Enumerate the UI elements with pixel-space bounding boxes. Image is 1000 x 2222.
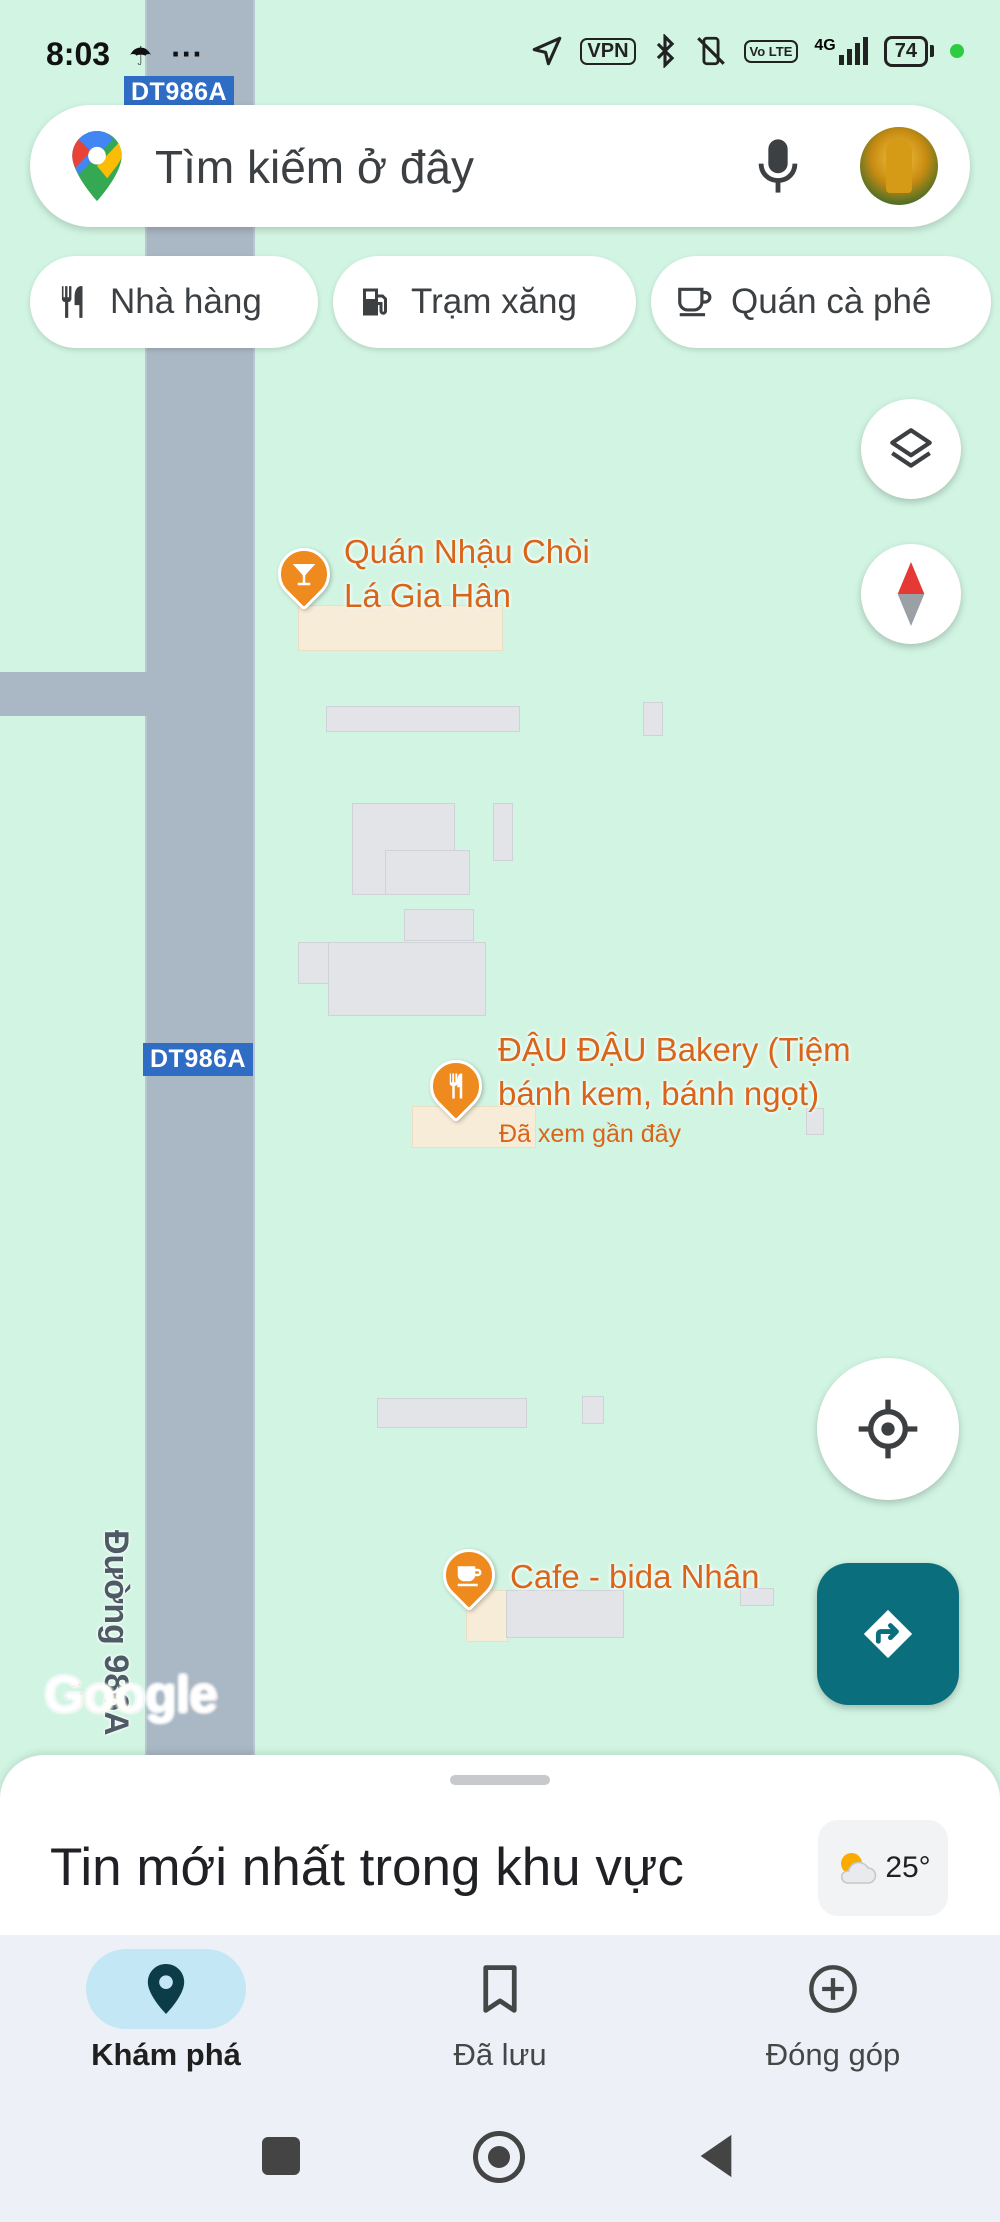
bottom-navigation: Khám phá Đã lưu Đóng góp (0, 1935, 1000, 2085)
poi-label[interactable]: ĐẬU ĐẬU Bakery (Tiệm bánh kem, bánh ngọt… (498, 1028, 851, 1116)
chip-gas-stations[interactable]: Trạm xăng (333, 256, 636, 348)
cocktail-icon[interactable] (267, 537, 341, 611)
nav-label: Đã lưu (453, 2037, 547, 2072)
status-bar: 8:03 ☂ ··· VPN Vo LTE 4G 74 (0, 0, 1000, 80)
nav-active-indicator (86, 1949, 246, 2029)
poi-label[interactable]: Cafe - bida Nhân (510, 1555, 759, 1599)
poi-name-line1: Cafe - bida Nhân (510, 1558, 760, 1595)
layers-icon (890, 428, 932, 468)
privacy-indicator (950, 44, 964, 58)
more-notifications: ··· (171, 36, 204, 72)
building (298, 942, 330, 984)
building (385, 850, 470, 895)
poi-name-line1: ĐẬU ĐẬU Bakery (Tiệm (498, 1031, 851, 1068)
network-type: 4G (814, 37, 836, 54)
poi-name-line2: bánh kem, bánh ngọt) (498, 1075, 820, 1112)
location-arrow-icon (533, 36, 562, 66)
nav-icon-holder (420, 1949, 580, 2029)
vibrate-off-icon (696, 36, 725, 66)
building (404, 909, 474, 941)
chip-cafes[interactable]: Quán cà phê (651, 256, 991, 348)
signal-icon: 4G (814, 37, 868, 65)
building (326, 706, 520, 732)
weather-temperature: 25° (885, 1851, 931, 1884)
nav-icon-holder (753, 1949, 913, 2029)
maps-pin-logo (72, 131, 122, 201)
poi-recently-viewed: Đã xem gần đây (499, 1120, 682, 1148)
google-logo-text: Google (44, 1666, 218, 1724)
gas-station-icon (363, 288, 387, 316)
google-logo: Google (44, 1665, 218, 1725)
poi-label[interactable]: Quán Nhậu Chòi Lá Gia Hân (344, 530, 590, 618)
nav-contribute[interactable]: Đóng góp (683, 1949, 983, 2073)
nav-label: Đóng góp (765, 2037, 901, 2072)
chip-label: Nhà hàng (110, 282, 262, 321)
clock: 8:03 (46, 36, 111, 72)
chip-label: Trạm xăng (411, 282, 577, 321)
crosshair-icon (858, 1399, 918, 1459)
search-bar[interactable]: Tìm kiếm ở đây (30, 105, 970, 227)
bluetooth-icon (656, 34, 674, 68)
bottom-sheet[interactable]: Tin mới nhất trong khu vực 25° (0, 1755, 1000, 1935)
avatar[interactable] (860, 127, 938, 205)
compass-icon (897, 562, 925, 626)
sheet-drag-handle[interactable] (450, 1775, 550, 1785)
mic-icon[interactable] (758, 137, 798, 195)
system-navigation-bar (0, 2085, 1000, 2222)
nav-explore[interactable]: Khám phá (16, 1949, 316, 2073)
building (643, 702, 663, 736)
notification-icon: ☂ (128, 41, 153, 71)
side-road[interactable] (0, 672, 150, 716)
status-icons: VPN Vo LTE 4G 74 (530, 34, 964, 68)
battery-icon: 74 (883, 35, 934, 67)
add-circle-icon (809, 1965, 857, 2013)
my-location-button[interactable] (817, 1358, 959, 1500)
coffee-icon (678, 287, 712, 317)
search-input[interactable]: Tìm kiếm ở đây (155, 140, 474, 194)
location-pin-icon (147, 1964, 185, 2014)
nav-label: Khám phá (91, 2037, 241, 2072)
back-icon[interactable] (696, 2133, 736, 2179)
restaurant-icon (61, 286, 83, 318)
directions-button[interactable] (817, 1563, 959, 1705)
chip-restaurants[interactable]: Nhà hàng (30, 256, 318, 348)
road-shield: DT986A (143, 1043, 254, 1076)
partly-cloudy-icon (841, 1853, 877, 1884)
layers-button[interactable] (861, 399, 961, 499)
vpn-badge: VPN (580, 37, 636, 65)
volte-badge: Vo LTE (743, 39, 799, 63)
building (377, 1398, 527, 1428)
poi-name-line2: Lá Gia Hân (344, 577, 511, 614)
home-icon[interactable] (473, 2131, 525, 2183)
battery-level: 74 (883, 35, 928, 67)
compass-button[interactable] (861, 544, 961, 644)
recents-icon[interactable] (262, 2137, 300, 2175)
directions-icon (863, 1609, 913, 1659)
weather-chip[interactable]: 25° (818, 1820, 948, 1916)
status-time: 8:03 ☂ ··· (46, 36, 203, 73)
nav-saved[interactable]: Đã lưu (350, 1949, 650, 2073)
building (582, 1396, 604, 1424)
sheet-title: Tin mới nhất trong khu vực (50, 1838, 684, 1897)
building (328, 942, 486, 1016)
bookmark-icon (483, 1965, 517, 2013)
building (493, 803, 513, 861)
poi-name-line1: Quán Nhậu Chòi (344, 533, 590, 570)
chip-label: Quán cà phê (731, 282, 932, 321)
